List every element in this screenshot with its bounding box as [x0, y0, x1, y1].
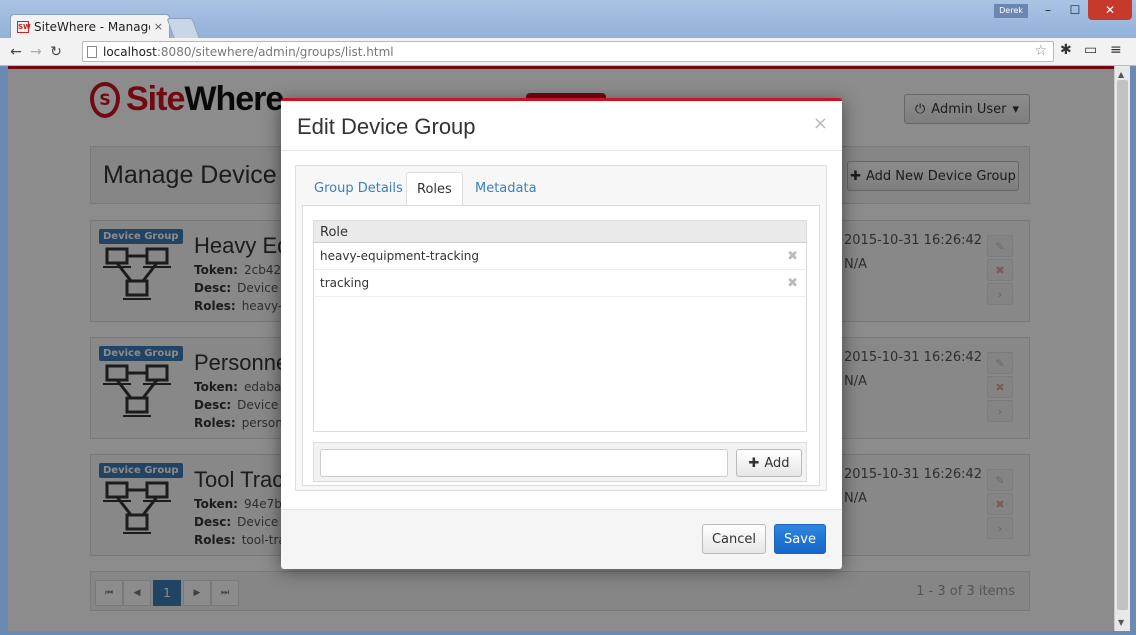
roles-grid: Role heavy-equipment-tracking ✖ tracking… — [313, 220, 807, 432]
cast-icon[interactable]: ▭ — [1084, 42, 1097, 58]
address-bar[interactable]: localhost:8080/sitewhere/admin/groups/li… — [82, 41, 1054, 62]
browser-toolbar: ← → ↻ localhost:8080/sitewhere/admin/gro… — [0, 38, 1136, 66]
add-role-label: Add — [764, 455, 790, 471]
dialog-body: Group Details Roles Metadata Role heavy-… — [295, 165, 827, 491]
roles-tab-pane: Role heavy-equipment-tracking ✖ tracking… — [302, 205, 820, 486]
tab-metadata[interactable]: Metadata — [465, 172, 547, 206]
new-tab-button[interactable] — [166, 18, 200, 38]
dialog-close-icon[interactable]: × — [813, 113, 828, 134]
tab-title: SiteWhere - Manage — [34, 19, 150, 34]
add-role-button[interactable]: ✚ Add — [736, 449, 802, 477]
maximize-button[interactable]: ☐ — [1062, 0, 1088, 20]
page-viewport: S SiteWhere ⏻ Admin User ▾ Manage Device… — [8, 66, 1114, 631]
dialog-header: Edit Device Group × — [281, 101, 842, 151]
role-input[interactable] — [320, 449, 728, 477]
add-role-bar: ✚ Add — [313, 442, 807, 482]
window-border-right — [1130, 66, 1136, 635]
browser-user-badge[interactable]: Derek — [994, 4, 1028, 18]
page-icon — [87, 45, 97, 58]
save-button[interactable]: Save — [774, 524, 826, 554]
page-scrollbar[interactable]: ▲ ▼ — [1114, 66, 1130, 631]
window-border-bottom — [0, 631, 1136, 635]
edit-device-group-dialog: Edit Device Group × Group Details Roles … — [281, 98, 842, 569]
tab-group-details[interactable]: Group Details — [304, 172, 413, 206]
plus-icon: ✚ — [748, 455, 760, 471]
remove-role-icon[interactable]: ✖ — [787, 276, 798, 291]
url-path: :8080/sitewhere/admin/groups/list.html — [156, 44, 394, 59]
close-window-button[interactable]: ✕ — [1088, 0, 1132, 20]
roles-grid-header: Role — [314, 221, 806, 243]
remove-role-icon[interactable]: ✖ — [787, 249, 798, 264]
dialog-footer: Cancel Save — [281, 509, 842, 569]
dialog-tabs: Group Details Roles Metadata — [296, 172, 826, 206]
bookmark-star-icon[interactable]: ☆ — [1034, 43, 1047, 59]
tab-close-icon[interactable]: × — [154, 20, 163, 33]
back-arrow-icon[interactable]: ← — [6, 44, 26, 60]
browser-tab[interactable]: SW SiteWhere - Manage × — [10, 14, 170, 38]
extension-gear-icon[interactable]: ✱ — [1060, 42, 1072, 58]
window-border-left — [0, 66, 8, 635]
minimize-button[interactable]: – — [1034, 0, 1062, 20]
role-name: tracking — [320, 276, 370, 290]
url-host: localhost — [103, 44, 157, 59]
sitewhere-favicon-icon: SW — [17, 20, 31, 33]
menu-icon[interactable]: ≡ — [1110, 42, 1122, 58]
role-row[interactable]: tracking ✖ — [314, 270, 806, 297]
reload-icon[interactable]: ↻ — [46, 44, 66, 60]
scroll-thumb[interactable] — [1117, 80, 1128, 610]
tab-roles[interactable]: Roles — [406, 172, 463, 206]
role-row[interactable]: heavy-equipment-tracking ✖ — [314, 243, 806, 270]
dialog-title: Edit Device Group — [297, 114, 476, 139]
role-name: heavy-equipment-tracking — [320, 249, 480, 263]
scroll-down-arrow-icon[interactable]: ▼ — [1118, 618, 1124, 627]
window-titlebar: SW SiteWhere - Manage × Derek – ☐ ✕ — [0, 0, 1136, 38]
scroll-up-arrow-icon[interactable]: ▲ — [1118, 70, 1124, 79]
forward-arrow-icon[interactable]: → — [26, 44, 46, 60]
cancel-button[interactable]: Cancel — [702, 524, 766, 554]
